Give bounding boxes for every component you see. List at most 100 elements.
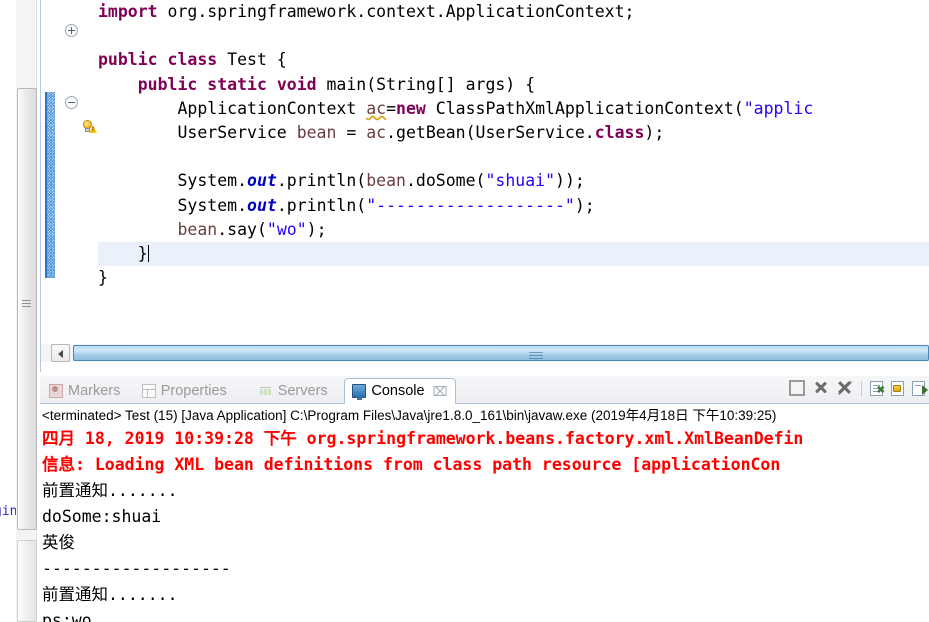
code-line[interactable]: bean.say("wo"); — [98, 218, 929, 242]
servers-icon — [259, 384, 273, 398]
code-token: } — [98, 268, 108, 288]
code-token: bean — [177, 219, 218, 239]
code-token: bean — [366, 171, 406, 191]
code-line[interactable]: import org.springframework.context.Appli… — [98, 0, 929, 24]
code-token: public static void — [137, 74, 327, 94]
code-token: "shuai" — [485, 171, 556, 191]
code-token: out — [247, 171, 277, 191]
console-output-text[interactable]: 四月 18, 2019 10:39:28 下午 org.springframew… — [42, 426, 929, 622]
code-token: public class — [98, 50, 228, 70]
remove-all-terminated-button[interactable] — [837, 380, 853, 396]
outer-scrollbar-grip — [22, 300, 31, 307]
code-token: .doSome( — [405, 171, 486, 191]
horizontal-scrollbar-thumb[interactable] — [73, 345, 929, 361]
warning-bulb-icon[interactable] — [82, 120, 97, 135]
code-token: } — [98, 243, 148, 263]
fold-collapse-icon[interactable] — [65, 96, 78, 109]
code-token: System. — [98, 195, 248, 215]
code-line[interactable]: } — [98, 266, 929, 290]
terminate-button[interactable] — [813, 380, 829, 396]
code-token: import — [98, 2, 168, 21]
code-line[interactable]: ApplicationContext ac=new ClassPathXmlAp… — [98, 97, 929, 121]
code-token: = — [386, 98, 397, 118]
console-output-line: 前置通知....... — [42, 481, 178, 500]
tab-label: Servers — [277, 383, 328, 399]
console-output-line: 四月 18, 2019 10:39:28 下午 org.springframew… — [42, 429, 804, 448]
scroll-lock-button[interactable] — [891, 380, 904, 396]
code-line[interactable] — [98, 24, 929, 48]
code-line[interactable] — [98, 145, 929, 169]
code-token: ApplicationContext — [98, 98, 367, 118]
code-token: main(String[] args) { — [326, 74, 536, 94]
console-output-line: doSome:shuai — [42, 507, 162, 526]
tab-console[interactable]: Console ⌧ — [344, 378, 456, 404]
code-token: System. — [98, 171, 248, 191]
code-token: ClassPathXmlApplicationContext( — [435, 98, 744, 118]
code-line[interactable]: public static void main(String[] args) { — [98, 73, 929, 97]
console-output-line: 信息: Loading XML bean definitions from cl… — [42, 455, 781, 474]
console-toolbar: ✖ — [789, 380, 928, 396]
code-token: UserService — [98, 122, 297, 142]
code-token: ac — [366, 122, 387, 142]
code-token: ac — [366, 98, 387, 118]
clear-console-button[interactable]: ✖ — [870, 380, 885, 396]
console-output-line: 英俊 — [42, 533, 75, 552]
code-token: .println( — [276, 195, 367, 215]
close-icon[interactable]: ⌧ — [433, 385, 448, 398]
code-token: ); — [306, 219, 327, 239]
code-token: ); — [644, 122, 665, 142]
code-line[interactable]: } — [98, 241, 929, 267]
stop-button[interactable] — [789, 380, 805, 396]
clipped-background-text: gin — [0, 504, 18, 519]
scroll-left-button[interactable] — [51, 344, 70, 362]
tab-label: Properties — [160, 383, 227, 399]
code-token: .println( — [276, 171, 367, 191]
launch-status-line: <terminated> Test (15) [Java Application… — [42, 408, 777, 423]
fold-expand-icon[interactable] — [65, 24, 78, 37]
editor-gutter[interactable] — [41, 0, 81, 358]
code-editor-panel[interactable]: import org.springframework.context.Appli… — [40, 0, 929, 372]
console-icon — [352, 384, 367, 400]
code-line[interactable]: System.out.println(bean.doSome("shuai"))… — [98, 169, 929, 193]
console-output-line: 前置通知....... — [42, 585, 178, 604]
outer-vertical-scrollbar-thumb[interactable] — [17, 88, 37, 530]
outer-vertical-scrollbar-thumb-lower[interactable] — [17, 540, 37, 622]
changed-lines-indicator — [45, 92, 55, 278]
code-token: "applic — [743, 98, 814, 118]
code-line[interactable]: System.out.println("-------------------"… — [98, 194, 929, 218]
code-token: new — [396, 98, 436, 118]
tab-label: Markers — [68, 383, 121, 399]
code-token: "wo" — [266, 219, 307, 239]
markers-icon — [49, 384, 63, 398]
editor-horizontal-scrollbar[interactable] — [41, 344, 929, 362]
tab-properties[interactable]: Properties — [135, 379, 234, 403]
view-tab-bar: ✖ Markers Properties Servers Console ⌧ — [40, 376, 929, 404]
eclipse-ide-window: gin import org.springframework.context.A… — [0, 0, 929, 622]
code-token: = — [346, 122, 367, 142]
code-line[interactable]: public class Test { — [98, 48, 929, 72]
code-token: bean — [296, 122, 347, 142]
tab-servers[interactable]: Servers — [252, 379, 335, 403]
console-output-line: ps:wo — [42, 611, 92, 622]
tab-markers[interactable]: Markers — [42, 379, 127, 403]
code-token: .say( — [217, 219, 267, 239]
code-token: .getBean(UserService. — [386, 122, 595, 142]
left-outer-strip: gin — [0, 0, 40, 622]
code-line[interactable]: UserService bean = ac.getBean(UserServic… — [98, 121, 929, 145]
code-token: org.springframework.context.ApplicationC… — [167, 2, 635, 21]
toolbar-separator — [861, 380, 862, 396]
code-token: Test { — [227, 50, 287, 70]
tab-label: Console — [371, 383, 425, 399]
console-output-line: ------------------- — [42, 559, 231, 578]
code-token: "-------------------" — [366, 195, 575, 215]
scrollbar-grip — [529, 352, 543, 359]
code-token: )); — [555, 171, 585, 191]
text-cursor — [147, 244, 149, 262]
code-token: ); — [574, 195, 595, 215]
properties-icon — [141, 384, 156, 398]
console-view: ✖ Markers Properties Servers Console ⌧ <term… — [40, 376, 929, 622]
source-code-text[interactable]: import org.springframework.context.Appli… — [98, 0, 929, 358]
pin-console-button[interactable] — [912, 380, 928, 396]
